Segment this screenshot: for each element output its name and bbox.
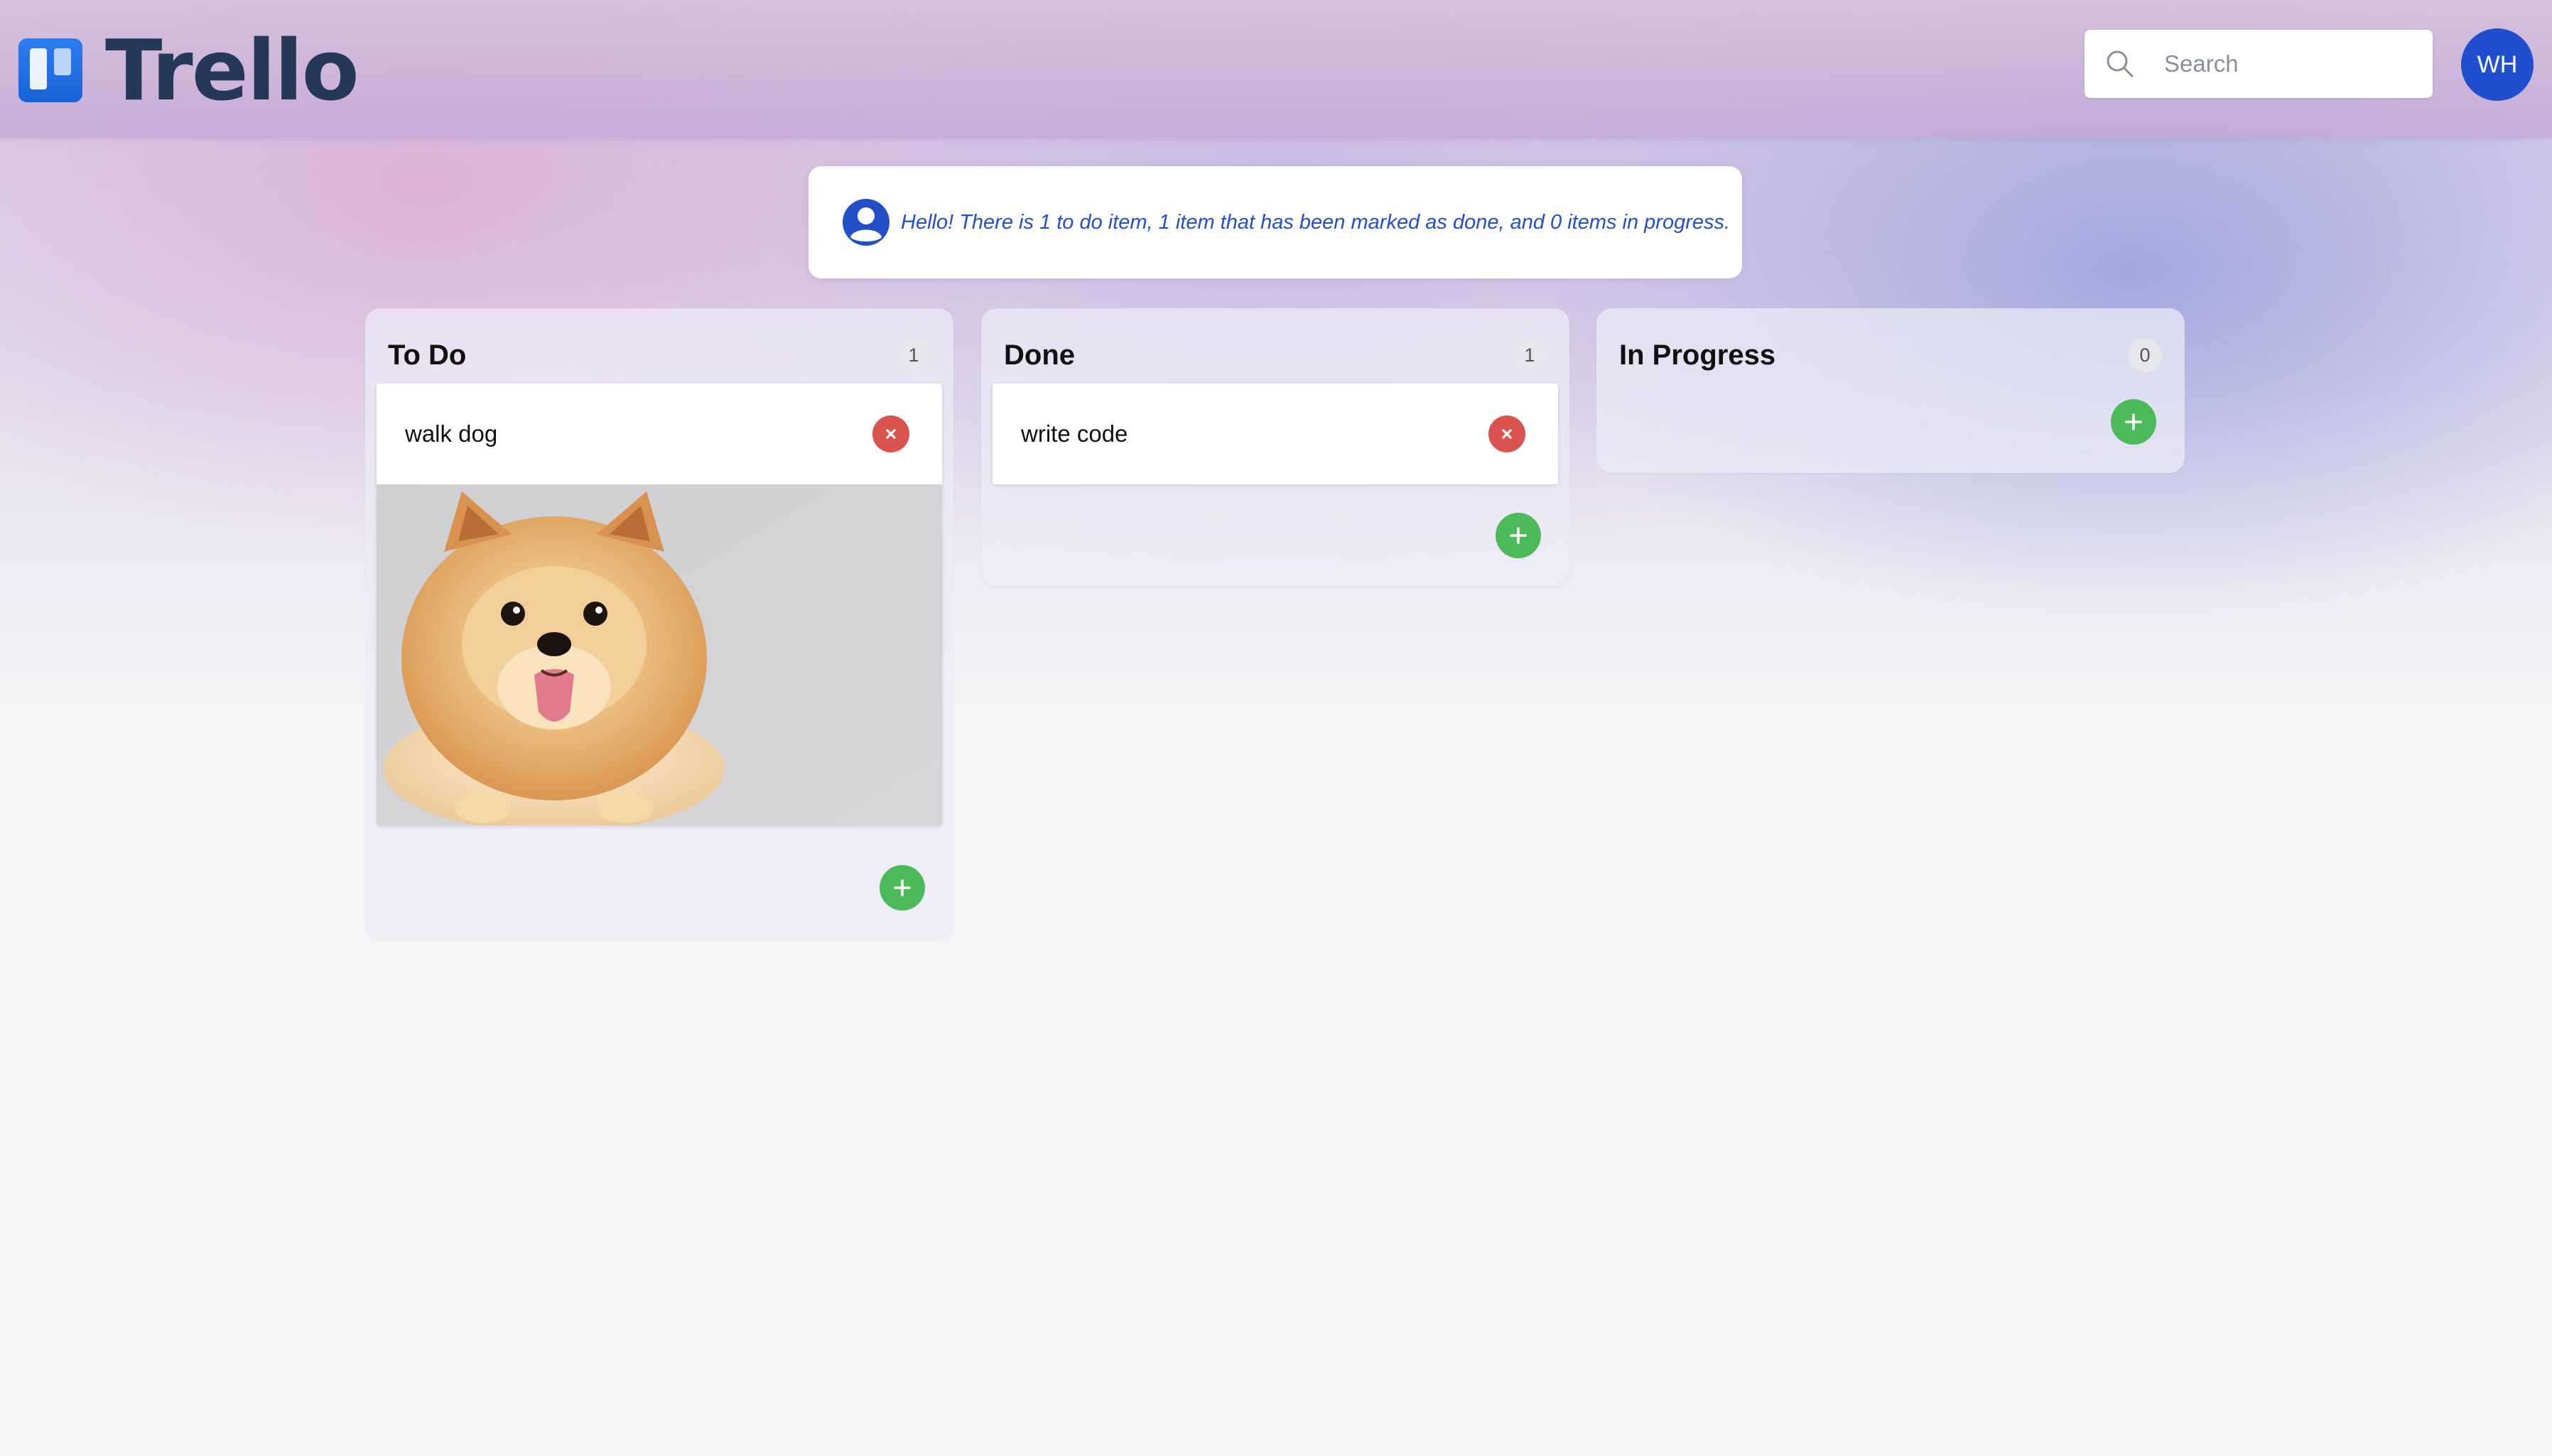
close-icon [1502,429,1512,439]
card-title: walk dog [405,420,498,447]
plus-icon [894,879,911,896]
add-card-button[interactable] [1496,513,1541,558]
search-input[interactable] [2163,50,2421,78]
column-header: In Progress 0 [1619,334,2162,376]
summary-text: Hello! There is 1 to do item, 1 item tha… [901,210,1731,234]
column-title: Done [1004,339,1075,371]
card-title: write code [1021,420,1128,447]
column-in-progress: In Progress 0 [1596,308,2185,473]
card-header: write code [993,384,1558,484]
plus-icon [2125,413,2142,430]
user-circle-icon [843,199,890,246]
add-card-button[interactable] [880,865,925,911]
trello-logo[interactable]: Trello [18,21,359,119]
add-card-button[interactable] [2111,399,2156,445]
trello-board: Trello WH Hello! There is 1 to do item, … [0,0,2552,1456]
card-header: walk dog [377,384,942,484]
dog-photo [377,484,942,825]
column-done: Done 1 write code [981,308,1569,587]
summary-banner: Hello! There is 1 to do item, 1 item tha… [809,166,1742,278]
trello-logo-icon [18,38,82,102]
plus-icon [1510,527,1527,544]
column-header: To Do 1 [388,334,931,376]
column-count-badge: 1 [1513,338,1547,372]
top-header: Trello WH [0,0,2552,138]
search-box[interactable] [2085,30,2433,98]
task-card[interactable]: write code [993,384,1558,484]
delete-card-button[interactable] [1488,415,1525,452]
column-count-badge: 0 [2128,338,2162,372]
column-title: To Do [388,339,467,371]
delete-card-button[interactable] [872,415,909,452]
app-title: Trello [105,21,359,119]
close-icon [886,429,896,439]
search-icon [2099,43,2141,85]
task-card[interactable]: walk dog [377,384,942,825]
user-avatar[interactable]: WH [2461,28,2534,101]
column-title: In Progress [1619,339,1776,371]
column-count-badge: 1 [897,338,931,372]
column-header: Done 1 [1004,334,1547,376]
column-todo: To Do 1 walk dog [365,308,953,939]
